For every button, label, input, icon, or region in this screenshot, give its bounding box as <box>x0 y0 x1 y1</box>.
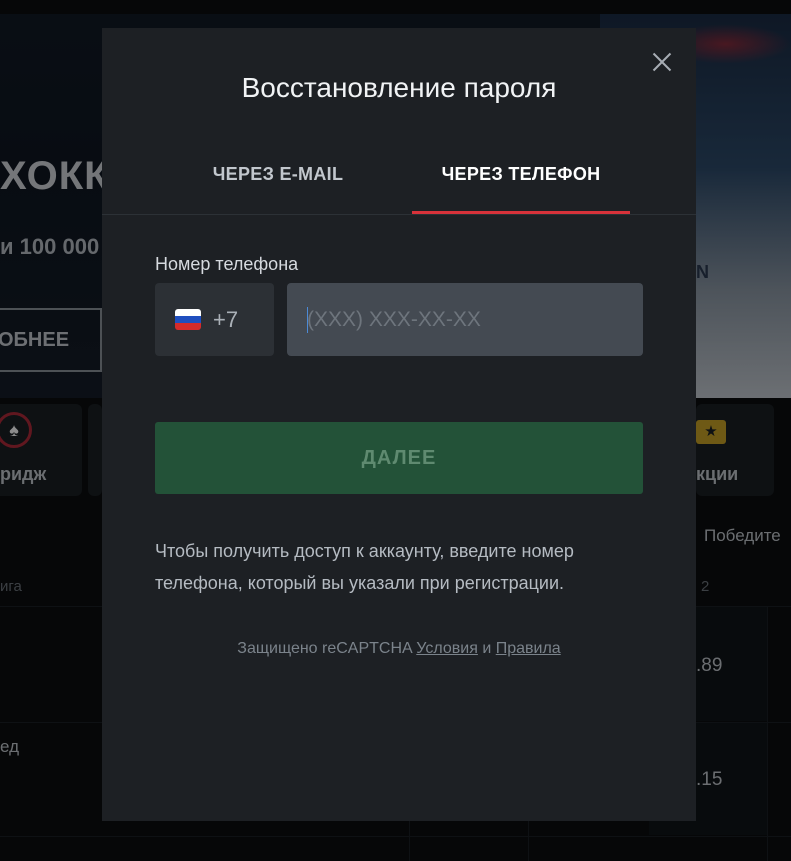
recaptcha-prefix: Защищено reCAPTCHA <box>237 640 412 657</box>
active-tab-indicator <box>412 211 630 214</box>
recaptcha-notice: Защищено reCAPTCHA Условия и Правила <box>102 640 696 658</box>
recaptcha-and: и <box>482 640 492 657</box>
rules-link[interactable]: Правила <box>496 640 561 657</box>
close-icon[interactable] <box>650 50 674 74</box>
country-code-selector[interactable]: +7 <box>155 283 274 356</box>
dial-code: +7 <box>213 307 239 332</box>
recovery-tabs: ЧЕРЕЗ E-MAIL ЧЕРЕЗ ТЕЛЕФОН <box>102 148 696 215</box>
next-button[interactable]: ДАЛЕЕ <box>155 422 643 494</box>
password-recovery-modal: Восстановление пароля ЧЕРЕЗ E-MAIL ЧЕРЕЗ… <box>102 28 696 821</box>
terms-link[interactable]: Условия <box>416 640 478 657</box>
hint-text: Чтобы получить доступ к аккаунту, введит… <box>155 541 574 593</box>
modal-title: Восстановление пароля <box>241 72 557 103</box>
phone-label: Номер телефона <box>155 254 299 274</box>
tab-via-phone[interactable]: ЧЕРЕЗ ТЕЛЕФОН <box>412 148 630 214</box>
tab-via-email[interactable]: ЧЕРЕЗ E-MAIL <box>158 148 398 214</box>
text-caret <box>307 307 308 333</box>
russia-flag-icon <box>175 309 201 330</box>
phone-input[interactable] <box>287 283 643 356</box>
